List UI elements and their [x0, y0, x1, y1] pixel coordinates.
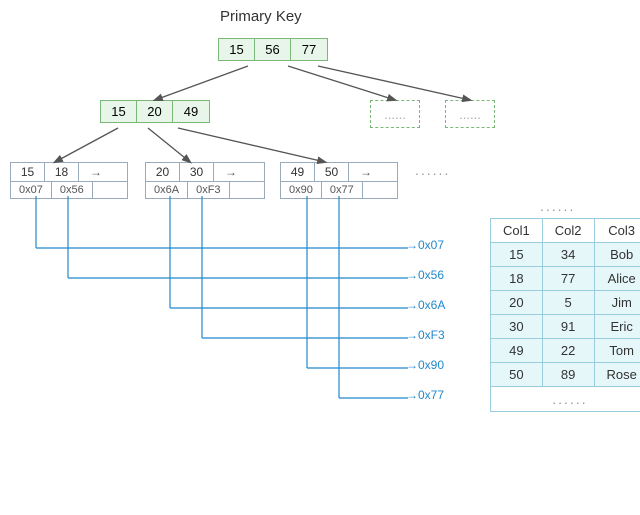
table-footer-cell: ...... — [491, 387, 640, 412]
leaf1-key1: 30 — [180, 163, 214, 181]
leaf-node-1: 20 30 → 0x6A 0xF3 — [145, 162, 265, 199]
table-row: 4922Tom — [491, 339, 640, 363]
leaf2-ptr1: 0x77 — [322, 182, 363, 198]
leaf1-ptr1: 0xF3 — [188, 182, 229, 198]
table-footer-row: ...... — [491, 387, 640, 412]
table-cell-1-0: 18 — [491, 267, 543, 291]
table-cell-4-0: 49 — [491, 339, 543, 363]
l2-cell-1: 20 — [137, 101, 173, 122]
table-cell-1-1: 77 — [542, 267, 594, 291]
root-cell-1: 56 — [255, 39, 291, 60]
level2-node-0: 15 20 49 — [100, 100, 210, 123]
dashed-box-0: ...... — [370, 100, 420, 128]
root-cell-0: 15 — [219, 39, 255, 60]
table-row: 5089Rose — [491, 363, 640, 387]
leaf2-key1: 50 — [315, 163, 349, 181]
table-cell-1-2: Alice — [594, 267, 640, 291]
l2-cell-0: 15 — [101, 101, 137, 122]
dots-right: ...... — [415, 162, 450, 178]
table-cell-0-1: 34 — [542, 243, 594, 267]
leaf2-arrow2 — [363, 182, 397, 198]
table-cell-5-1: 89 — [542, 363, 594, 387]
root-cell-2: 77 — [291, 39, 327, 60]
page-title: Primary Key — [220, 8, 302, 25]
leaf0-key0: 15 — [11, 163, 45, 181]
leaf2-ptr0: 0x90 — [281, 182, 322, 198]
table-row: 1877Alice — [491, 267, 640, 291]
leaf0-ptr1: 0x56 — [52, 182, 93, 198]
leaf2-arrow: → — [349, 163, 383, 181]
leaf0-key1: 18 — [45, 163, 79, 181]
leaf2-key0: 49 — [281, 163, 315, 181]
table-cell-2-0: 20 — [491, 291, 543, 315]
table-row: 205Jim — [491, 291, 640, 315]
col-header-2: Col3 — [594, 219, 640, 243]
table-cell-4-1: 22 — [542, 339, 594, 363]
leaf1-arrow2 — [230, 182, 264, 198]
table-cell-0-2: Bob — [594, 243, 640, 267]
leaf0-ptr0: 0x07 — [11, 182, 52, 198]
ptr-label-1: →0x56 — [406, 268, 444, 282]
dots-above-table: ...... — [540, 198, 575, 214]
root-node: 15 56 77 — [218, 38, 328, 61]
col-header-0: Col1 — [491, 219, 543, 243]
ptr-label-5: →0x77 — [406, 388, 444, 402]
ptr-label-0: →0x07 — [406, 238, 444, 252]
table-cell-0-0: 15 — [491, 243, 543, 267]
leaf0-arrow2 — [93, 182, 127, 198]
dashed-box-1: ...... — [445, 100, 495, 128]
ptr-label-4: →0x90 — [406, 358, 444, 372]
table-cell-3-0: 30 — [491, 315, 543, 339]
table-cell-3-1: 91 — [542, 315, 594, 339]
col-header-1: Col2 — [542, 219, 594, 243]
table-cell-2-2: Jim — [594, 291, 640, 315]
table-cell-5-2: Rose — [594, 363, 640, 387]
table-cell-5-0: 50 — [491, 363, 543, 387]
leaf1-ptr0: 0x6A — [146, 182, 188, 198]
table-cell-2-1: 5 — [542, 291, 594, 315]
ptr-label-2: →0x6A — [406, 298, 445, 312]
leaf-node-2: 49 50 → 0x90 0x77 — [280, 162, 398, 199]
table-row: 3091Eric — [491, 315, 640, 339]
table-cell-4-2: Tom — [594, 339, 640, 363]
ptr-label-3: →0xF3 — [406, 328, 445, 342]
table-cell-3-2: Eric — [594, 315, 640, 339]
l2-cell-2: 49 — [173, 101, 209, 122]
diagram-container: Primary Key 15 56 77 15 20 49 ...... ...… — [0, 0, 640, 515]
table-row: 1534Bob — [491, 243, 640, 267]
leaf1-arrow: → — [214, 163, 248, 181]
leaf1-key0: 20 — [146, 163, 180, 181]
leaf-node-0: 15 18 → 0x07 0x56 — [10, 162, 128, 199]
data-table: Col1 Col2 Col3 1534Bob1877Alice205Jim309… — [490, 218, 640, 412]
leaf0-arrow: → — [79, 163, 113, 181]
